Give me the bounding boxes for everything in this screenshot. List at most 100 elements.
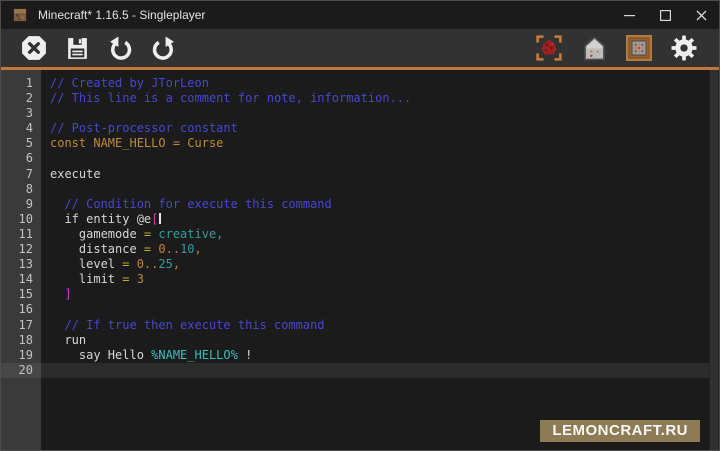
code-token: 0.. <box>158 242 180 256</box>
code-token: gamemode <box>50 227 144 241</box>
code-area[interactable]: // Created by JTorLeon// This line is a … <box>41 70 719 450</box>
line-number: 7 <box>1 167 41 182</box>
close-file-button[interactable] <box>21 35 47 61</box>
line-number: 18 <box>1 333 41 348</box>
code-line[interactable]: ] <box>41 287 719 302</box>
line-number: 12 <box>1 242 41 257</box>
code-line[interactable] <box>41 106 719 121</box>
code-token: , <box>195 242 202 256</box>
gear-icon <box>671 35 697 61</box>
minimize-icon <box>624 10 635 21</box>
redo-button[interactable] <box>150 35 176 61</box>
code-line[interactable]: const NAME_HELLO = Curse <box>41 136 719 151</box>
code-token: // If true then execute this command <box>50 318 325 332</box>
home-badge-icon <box>582 36 607 61</box>
settings-button[interactable] <box>671 35 697 61</box>
code-line[interactable]: level = 0..25, <box>41 257 719 272</box>
line-number: 20 <box>1 363 41 378</box>
code-line[interactable]: execute <box>41 167 719 182</box>
crafting-button[interactable] <box>626 35 652 61</box>
line-number: 8 <box>1 182 41 197</box>
line-number: 13 <box>1 257 41 272</box>
code-token: // This line is a comment for note, info… <box>50 91 411 105</box>
app-window: Minecraft* 1.16.5 - Singleplayer <box>0 0 720 451</box>
code-line[interactable]: // If true then execute this command <box>41 318 719 333</box>
maximize-icon <box>660 10 671 21</box>
code-token: = <box>122 272 136 286</box>
code-line[interactable]: say Hello %NAME_HELLO% ! <box>41 348 719 363</box>
title-bar: Minecraft* 1.16.5 - Singleplayer <box>1 1 719 29</box>
line-number: 14 <box>1 272 41 287</box>
vertical-scrollbar[interactable] <box>709 70 719 450</box>
toolbar-left-group <box>21 35 176 61</box>
line-number: 4 <box>1 121 41 136</box>
maximize-button[interactable] <box>647 1 683 29</box>
code-line[interactable] <box>41 151 719 166</box>
code-line[interactable]: // Created by JTorLeon <box>41 76 719 91</box>
code-token: 3 <box>137 272 144 286</box>
code-token: limit <box>50 272 122 286</box>
code-line[interactable]: // Post-processor constant <box>41 121 719 136</box>
code-token: distance <box>50 242 144 256</box>
code-token: = <box>144 227 158 241</box>
code-token: [ <box>151 212 158 226</box>
line-number: 15 <box>1 287 41 302</box>
line-number: 9 <box>1 197 41 212</box>
code-token: ! <box>238 348 252 362</box>
toolbar-right-group <box>536 35 697 61</box>
code-token: execute <box>50 167 101 181</box>
floppy-disk-icon <box>65 36 90 61</box>
undo-arrow-icon <box>108 36 133 61</box>
code-line[interactable] <box>41 363 719 378</box>
code-token: say Hello <box>50 348 151 362</box>
code-line[interactable]: gamemode = creative, <box>41 227 719 242</box>
line-number: 5 <box>1 136 41 151</box>
code-line[interactable] <box>41 182 719 197</box>
undo-button[interactable] <box>107 35 133 61</box>
line-number: 17 <box>1 318 41 333</box>
code-token: %NAME_HELLO% <box>151 348 238 362</box>
code-token: run <box>50 333 86 347</box>
code-line[interactable]: run <box>41 333 719 348</box>
line-number: 19 <box>1 348 41 363</box>
home-button[interactable] <box>581 35 607 61</box>
gutter: 1234567891011121314151617181920 <box>1 70 41 450</box>
code-token: // Post-processor constant <box>50 121 238 135</box>
code-token: 0.. <box>137 257 159 271</box>
crafting-grid-icon <box>626 35 652 61</box>
redstone-select-button[interactable] <box>536 35 562 61</box>
line-number: 2 <box>1 91 41 106</box>
code-editor[interactable]: 1234567891011121314151617181920 // Creat… <box>1 70 719 450</box>
save-button[interactable] <box>64 35 90 61</box>
code-line[interactable]: // Condition for execute this command <box>41 197 719 212</box>
code-token: if entity @e <box>50 212 151 226</box>
code-token: 10 <box>180 242 194 256</box>
code-token: level <box>50 257 122 271</box>
line-number: 1 <box>1 76 41 91</box>
code-token: // Created by JTorLeon <box>50 76 209 90</box>
code-token: creative, <box>158 227 223 241</box>
code-token: , <box>173 257 180 271</box>
redstone-dust-selection-icon <box>536 35 562 61</box>
code-token: ] <box>50 287 72 301</box>
code-line[interactable]: // This line is a comment for note, info… <box>41 91 719 106</box>
code-token: // Condition for execute this command <box>50 197 332 211</box>
window-controls <box>611 1 719 29</box>
line-number: 6 <box>1 151 41 166</box>
scrollbar-thumb[interactable] <box>710 70 718 450</box>
line-number: 3 <box>1 106 41 121</box>
toolbar <box>1 29 719 67</box>
code-token: = <box>122 257 136 271</box>
code-line[interactable]: if entity @e[ <box>41 212 719 227</box>
octagon-x-icon <box>21 35 47 61</box>
code-token: = <box>144 242 158 256</box>
code-line[interactable]: distance = 0..10, <box>41 242 719 257</box>
line-number: 10 <box>1 212 41 227</box>
redo-arrow-icon <box>151 36 176 61</box>
code-line[interactable] <box>41 302 719 317</box>
close-button[interactable] <box>683 1 719 29</box>
code-line[interactable]: limit = 3 <box>41 272 719 287</box>
minecraft-block-icon <box>12 7 28 23</box>
watermark: LEMONCRAFT.RU <box>540 420 700 442</box>
minimize-button[interactable] <box>611 1 647 29</box>
